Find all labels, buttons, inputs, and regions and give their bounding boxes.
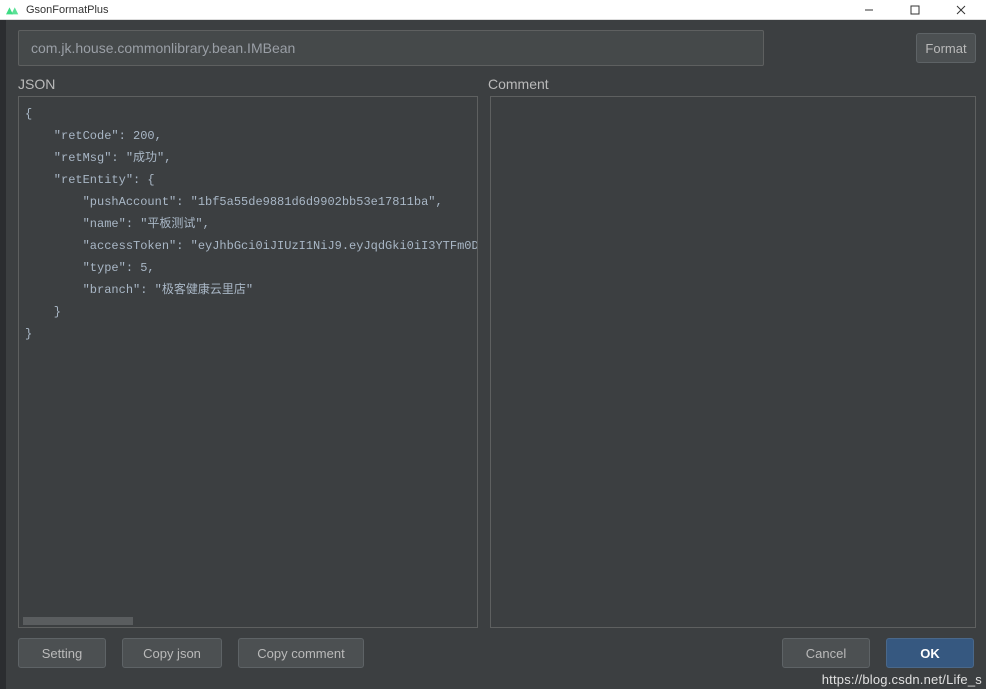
titlebar: GsonFormatPlus <box>0 0 986 20</box>
ok-button[interactable]: OK <box>886 638 974 668</box>
panels: { "retCode": 200, "retMsg": "成功", "retEn… <box>6 96 986 628</box>
window-title: GsonFormatPlus <box>26 4 846 16</box>
class-name-input[interactable] <box>18 30 764 66</box>
window-controls <box>846 0 984 20</box>
section-labels: JSON Comment <box>6 66 986 96</box>
json-panel[interactable]: { "retCode": 200, "retMsg": "成功", "retEn… <box>18 96 478 628</box>
close-button[interactable] <box>938 0 984 20</box>
app-icon <box>6 3 20 17</box>
copy-json-button[interactable]: Copy json <box>122 638 222 668</box>
json-label: JSON <box>18 76 488 92</box>
bottom-row: Setting Copy json Copy comment Cancel OK <box>6 628 986 678</box>
copy-comment-button[interactable]: Copy comment <box>238 638 364 668</box>
setting-button[interactable]: Setting <box>18 638 106 668</box>
minimize-button[interactable] <box>846 0 892 20</box>
format-button[interactable]: Format <box>916 33 976 63</box>
comment-panel[interactable] <box>490 96 976 628</box>
dialog-body: Format JSON Comment { "retCode": 200, "r… <box>0 20 986 689</box>
top-row: Format <box>6 20 986 66</box>
cancel-button[interactable]: Cancel <box>782 638 870 668</box>
json-content[interactable]: { "retCode": 200, "retMsg": "成功", "retEn… <box>23 103 473 345</box>
comment-label: Comment <box>488 76 549 92</box>
horizontal-scrollbar-thumb[interactable] <box>23 617 133 625</box>
maximize-button[interactable] <box>892 0 938 20</box>
